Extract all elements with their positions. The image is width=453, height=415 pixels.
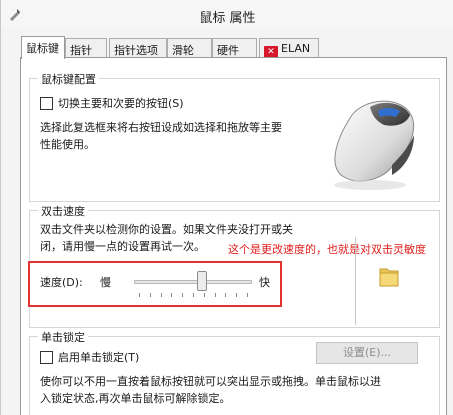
slider-thumb[interactable] — [197, 271, 207, 291]
description-line: 性能使用。 — [40, 138, 95, 151]
double-click-group: 双击速度 双击文件夹以检测你的设置。如果文件夹没打开或关 闭，请用慢一点的设置再… — [28, 203, 440, 328]
folder-divider — [355, 237, 356, 325]
slider-tick — [236, 293, 237, 297]
button-config-group: 鼠标键配置 切换主要和次要的按钮(S) 选择此复选框来将右按钮设成如选择和拖放等… — [29, 71, 440, 202]
tab-label: ELAN — [281, 42, 311, 55]
tab-panel-buttons: 鼠标键配置 切换主要和次要的按钮(S) 选择此复选框来将右按钮设成如选择和拖放等… — [20, 57, 447, 415]
slider-tick — [182, 293, 183, 297]
description-line: 入锁定状态,再次单击鼠标可解除锁定。 — [40, 392, 231, 405]
click-lock-settings-button[interactable]: 设置(E)... — [316, 342, 418, 364]
tab-elan[interactable]: ✕ ELAN — [259, 38, 319, 59]
tab-hardware[interactable]: 硬件 — [212, 38, 257, 58]
slider-tick — [150, 293, 151, 297]
click-lock-checkbox[interactable] — [40, 350, 53, 364]
window-title: 鼠标 属性 — [199, 11, 256, 26]
title-bar[interactable]: 鼠标 属性 — [1, 0, 453, 30]
mouse-icon — [310, 85, 430, 197]
click-lock-description: 使你可以不用一直按着鼠标按钮就可以突出显示或拖拽。单击鼠标以进 入锁定状态,再次… — [40, 373, 438, 407]
description-line: 双击文件夹以检测你的设置。如果文件夹没打开或关 — [40, 223, 293, 236]
slider-tick — [139, 293, 140, 297]
description-line: 使你可以不用一直按着鼠标按钮就可以突出显示或拖拽。单击鼠标以进 — [40, 375, 381, 388]
mouse-properties-window: 鼠标 属性 鼠标键 指针 指针选项 滑轮 硬件 ✕ ELAN 鼠标键配置 切换主要… — [0, 0, 453, 415]
speed-label: 速度(D): — [40, 276, 83, 289]
slider-tick — [225, 293, 226, 297]
slider-tick — [215, 293, 216, 297]
button-config-title: 鼠标键配置 — [38, 71, 99, 87]
slider-tick — [247, 293, 248, 297]
description-line: 选择此复选框来将右按钮设成如选择和拖放等主要 — [40, 121, 282, 134]
button-config-description: 选择此复选框来将右按钮设成如选择和拖放等主要 性能使用。 — [40, 119, 320, 153]
slider-tick — [193, 293, 194, 297]
folder-icon[interactable] — [376, 263, 404, 291]
double-click-speed-slider[interactable] — [134, 271, 252, 301]
switch-buttons-checkbox[interactable] — [40, 96, 53, 110]
click-lock-group: 单击锁定 启用单击锁定(T) 设置(E)... 使你可以不用一直按着鼠标按钮就可… — [29, 329, 440, 415]
tab-label: 硬件 — [217, 44, 239, 57]
click-lock-label: 启用单击锁定(T) — [58, 351, 140, 364]
tab-pointers[interactable]: 指针 — [65, 38, 107, 58]
speed-annotation-text: 这个是更改速度的，也就是对双击灵敏度 — [228, 243, 426, 256]
tab-pointer-options[interactable]: 指针选项 — [109, 38, 167, 58]
tab-wheel[interactable]: 滑轮 — [167, 38, 212, 58]
slider-tick — [204, 293, 205, 297]
fast-label: 快 — [259, 276, 270, 289]
click-lock-title: 单击锁定 — [38, 329, 88, 345]
double-click-title: 双击速度 — [38, 203, 88, 219]
tab-label: 滑轮 — [172, 44, 194, 57]
slider-track — [134, 280, 252, 284]
switch-buttons-label: 切换主要和次要的按钮(S) — [58, 97, 184, 110]
slider-tick — [161, 293, 162, 297]
slider-tick — [171, 293, 172, 297]
slow-label: 慢 — [100, 276, 111, 289]
tab-label: 鼠标键 — [26, 42, 59, 55]
tab-label: 指针选项 — [114, 44, 158, 57]
tab-buttons[interactable]: 鼠标键 — [21, 36, 65, 59]
tab-label: 指针 — [70, 44, 92, 57]
switch-buttons-checkbox-row[interactable]: 切换主要和次要的按钮(S) — [40, 95, 184, 111]
tab-strip: 鼠标键 指针 指针选项 滑轮 硬件 ✕ ELAN — [1, 36, 453, 59]
click-lock-checkbox-row[interactable]: 启用单击锁定(T) — [40, 349, 139, 365]
